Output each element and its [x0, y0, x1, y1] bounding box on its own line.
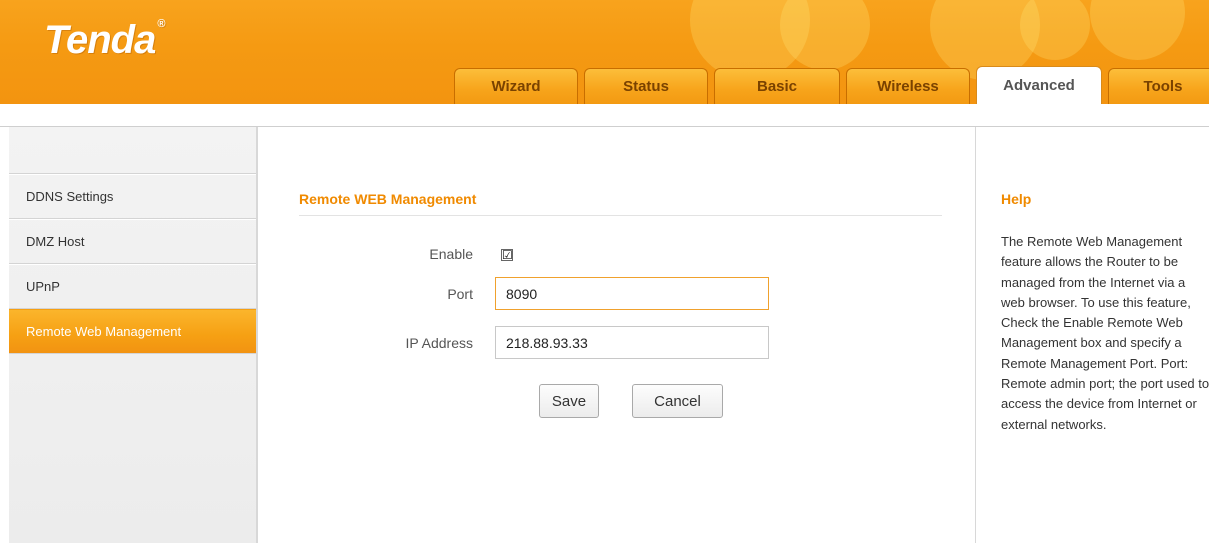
sidebar-item-upnp[interactable]: UPnP	[9, 264, 256, 309]
tab-tools[interactable]: Tools	[1108, 68, 1209, 104]
cancel-button[interactable]: Cancel	[632, 384, 723, 418]
tab-wizard[interactable]: Wizard	[454, 68, 578, 104]
tab-wireless[interactable]: Wireless	[846, 68, 970, 104]
tab-status[interactable]: Status	[584, 68, 708, 104]
sub-header-bar	[0, 104, 1209, 127]
sidebar: DDNS Settings DMZ Host UPnP Remote Web M…	[9, 127, 257, 543]
tab-basic[interactable]: Basic	[714, 68, 840, 104]
tab-advanced[interactable]: Advanced	[976, 66, 1102, 104]
main-nav: Wizard Status Basic Wireless Advanced To…	[0, 0, 1209, 104]
section-divider	[299, 215, 942, 216]
port-label: Port	[447, 286, 473, 302]
sidebar-item-dmz-host[interactable]: DMZ Host	[9, 219, 256, 264]
section-title: Remote WEB Management	[299, 191, 477, 207]
ip-address-input[interactable]	[495, 326, 769, 359]
sidebar-top-spacer	[9, 127, 256, 174]
ip-address-label: IP Address	[405, 335, 473, 351]
enable-label: Enable	[429, 246, 473, 262]
help-title: Help	[1001, 191, 1032, 207]
enable-checkbox[interactable]: ☑	[501, 249, 513, 261]
help-text: The Remote Web Management feature allows…	[1001, 234, 1209, 432]
sidebar-item-remote-web-management[interactable]: Remote Web Management	[9, 309, 256, 354]
main-panel: Remote WEB Management Enable ☑ Port IP A…	[257, 127, 976, 543]
port-input[interactable]	[495, 277, 769, 310]
help-panel: Help The Remote Web Management feature a…	[977, 127, 1209, 543]
sidebar-item-ddns-settings[interactable]: DDNS Settings	[9, 174, 256, 219]
save-button[interactable]: Save	[539, 384, 599, 418]
